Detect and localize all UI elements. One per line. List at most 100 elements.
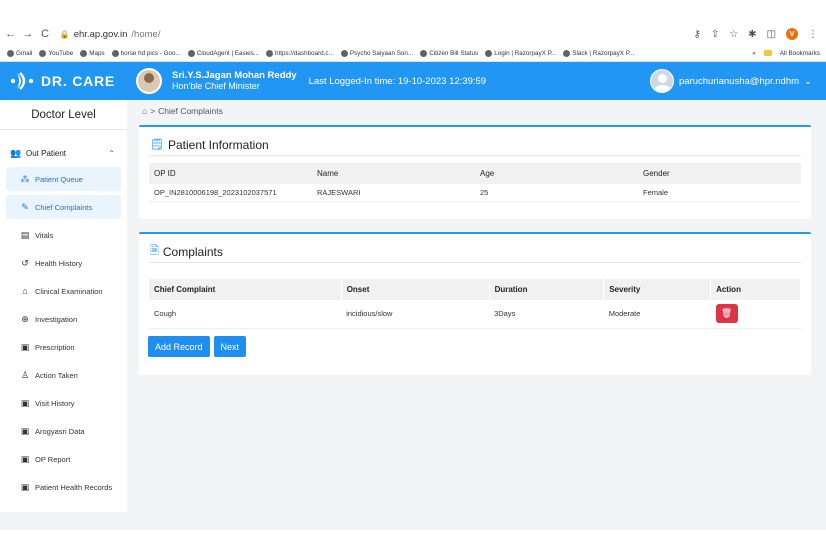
patient-info-heading: Patient Information <box>167 137 269 152</box>
more-bookmarks[interactable]: » <box>752 50 756 57</box>
sidebar-item-vitals[interactable]: ▤ Vitals <box>6 223 121 247</box>
sidebar-item-health-history[interactable]: ↺ Health History <box>6 251 121 275</box>
sidebar: Doctor Level 👥 Out Patient ⌃ ⁂ Patient Qu… <box>0 100 127 512</box>
chevron-down-icon: ⌄ <box>804 75 812 87</box>
bookmark-item[interactable]: Citizen Bill Status <box>420 49 479 57</box>
bookmark-item[interactable]: horse hd pics - Goo... <box>111 49 181 57</box>
sidebar-item-label: Prescription <box>35 342 75 352</box>
column-header: Gender <box>638 163 801 184</box>
complaint-actions: Add Record Next <box>148 336 247 357</box>
bookmark-item[interactable]: CloudAgent | Easies... <box>187 49 259 57</box>
globe-icon <box>7 49 14 57</box>
reload-icon[interactable]: C <box>39 28 52 40</box>
key-icon[interactable]: ⚷ <box>693 29 700 40</box>
add-record-button[interactable]: Add Record <box>148 336 210 357</box>
sidepanel-icon[interactable]: ◫ <box>767 29 776 40</box>
bookmark-label: Psycho Saiyaan Son... <box>349 49 414 57</box>
zoom-icon: ⊕ <box>21 313 29 324</box>
sidebar-item-label: Action Taken <box>35 370 78 380</box>
column-header: Chief Complaint <box>149 279 342 300</box>
table-cell: 3Days <box>489 300 604 329</box>
share-icon[interactable]: ⇪ <box>711 29 719 40</box>
action-cell: 🗑 <box>710 300 801 329</box>
complaints-title: 🗎 Complaints <box>139 234 811 262</box>
clipboard-icon: ▣ <box>20 453 30 464</box>
sidebar-group-label: Out Patient <box>26 148 67 158</box>
globe-icon <box>80 49 88 57</box>
bookmark-item[interactable]: Slack | RazorpayX P... <box>563 49 635 57</box>
extensions-icon[interactable]: ✱ <box>748 29 756 40</box>
sidebar-item-clinical-examination[interactable]: ⌂ Clinical Examination <box>6 279 121 303</box>
user-menu[interactable]: paruchurianusha@hpr.ndhm ⌄ <box>650 69 812 93</box>
sidebar-item-chief-complaints[interactable]: ✎ Chief Complaints <box>6 195 121 219</box>
user-email: paruchurianusha@hpr.ndhm <box>679 75 800 87</box>
table-cell: 25 <box>475 184 638 202</box>
table-cell: incidious/slow <box>341 300 490 329</box>
patient-info-title: 🗒 Patient Information <box>139 127 811 155</box>
bookmark-item[interactable]: YouTube <box>39 49 74 57</box>
sidebar-item-visit-history[interactable]: ▣ Visit History <box>6 391 121 415</box>
sidebar-item-label: Chief Complaints <box>35 202 93 212</box>
bookmarks-right: » All Bookmarks <box>752 50 820 57</box>
column-header: OP ID <box>149 163 312 184</box>
table-cell: Cough <box>149 300 342 329</box>
bookmark-item[interactable]: Gmail <box>7 49 33 57</box>
brand-name: DR. CARE <box>41 73 116 89</box>
home-icon[interactable]: ⌂ <box>142 106 147 116</box>
sidebar-item-arogyasri-data[interactable]: ▣ Arogyasri Data <box>6 419 121 443</box>
sidebar-title: Doctor Level <box>0 100 127 130</box>
back-icon[interactable]: ← <box>4 28 17 40</box>
vitals-icon: ▤ <box>20 229 30 240</box>
bookmark-item[interactable]: Login | RazorpayX P... <box>485 49 557 57</box>
bookmark-item[interactable]: Psycho Saiyaan Son... <box>340 49 414 57</box>
sidebar-item-patient-health-records[interactable]: ▣ Patient Health Records <box>6 475 121 499</box>
sidebar-item-label: Patient Health Records <box>35 482 113 492</box>
bookmark-label: Gmail <box>16 49 33 57</box>
globe-icon <box>485 49 493 57</box>
delete-button[interactable]: 🗑 <box>715 304 738 324</box>
clipboard-icon: ▣ <box>20 397 30 408</box>
profile-icon[interactable]: V <box>786 28 799 40</box>
globe-icon <box>420 49 428 57</box>
bookmarks-bar: Gmail YouTube Maps horse hd pics - Goo... Cl… <box>0 46 826 60</box>
sidebar-item-label: Clinical Examination <box>35 286 103 296</box>
patient-info-table: OP ID Name Age Gender OP_IN2810006198_20231… <box>149 163 801 202</box>
globe-icon <box>563 49 571 57</box>
app-header: DR. CARE Sri.Y.S.Jagan Mohan Reddy Hon'b… <box>0 62 826 100</box>
sidebar-item-op-report[interactable]: ▣ OP Report <box>6 447 121 471</box>
address-bar[interactable]: 🔒 ehr.ap.gov.in/home/ <box>60 25 694 43</box>
lock-icon: 🔒 <box>59 29 70 39</box>
bookmark-label: Slack | RazorpayX P... <box>572 49 635 57</box>
sidebar-item-investigation[interactable]: ⊕ Investigation <box>6 307 121 331</box>
bookmark-item[interactable]: https://dashboard.c... <box>266 49 334 57</box>
table-header-row: Chief Complaint Onset Duration Severity Acti… <box>149 279 801 300</box>
bookmark-label: Login | RazorpayX P... <box>494 49 557 57</box>
sidebar-item-action-taken[interactable]: ♙ Action Taken <box>6 363 121 387</box>
bookmark-label: YouTube <box>48 49 74 57</box>
sidebar-item-label: Vitals <box>35 230 54 240</box>
footer-band <box>0 530 826 551</box>
column-header: Severity <box>603 279 712 300</box>
column-header: Age <box>475 163 638 184</box>
cm-title: Hon'ble Chief Minister <box>172 81 260 91</box>
bookmark-item[interactable]: Maps <box>80 49 105 57</box>
bookmark-label: Citizen Bill Status <box>429 49 479 57</box>
bookmark-label: Maps <box>89 49 105 57</box>
globe-icon <box>39 49 47 57</box>
address-row: ← → C 🔒 ehr.ap.gov.in/home/ ⚷ ⇪ ☆ ✱ ◫ V … <box>0 24 826 44</box>
all-bookmarks[interactable]: All Bookmarks <box>780 50 820 57</box>
star-icon[interactable]: ☆ <box>729 29 738 40</box>
forward-icon[interactable]: → <box>21 28 34 40</box>
browser-actions: ⚷ ⇪ ☆ ✱ ◫ V ⋮ <box>693 28 818 40</box>
users-group-icon: 👥 <box>10 147 22 158</box>
globe-icon <box>340 49 348 57</box>
menu-icon[interactable]: ⋮ <box>808 29 818 40</box>
file-plus-icon: 🗎 <box>150 245 159 257</box>
complaints-table: Chief Complaint Onset Duration Severity Acti… <box>149 279 801 329</box>
next-button[interactable]: Next <box>213 336 247 357</box>
sidebar-item-patient-queue[interactable]: ⁂ Patient Queue <box>6 167 121 191</box>
url-host: ehr.ap.gov.in <box>73 28 128 40</box>
sidebar-item-prescription[interactable]: ▣ Prescription <box>6 335 121 359</box>
brand-logo[interactable]: DR. CARE <box>10 70 128 92</box>
sidebar-group-out-patient[interactable]: 👥 Out Patient ⌃ <box>0 139 127 167</box>
